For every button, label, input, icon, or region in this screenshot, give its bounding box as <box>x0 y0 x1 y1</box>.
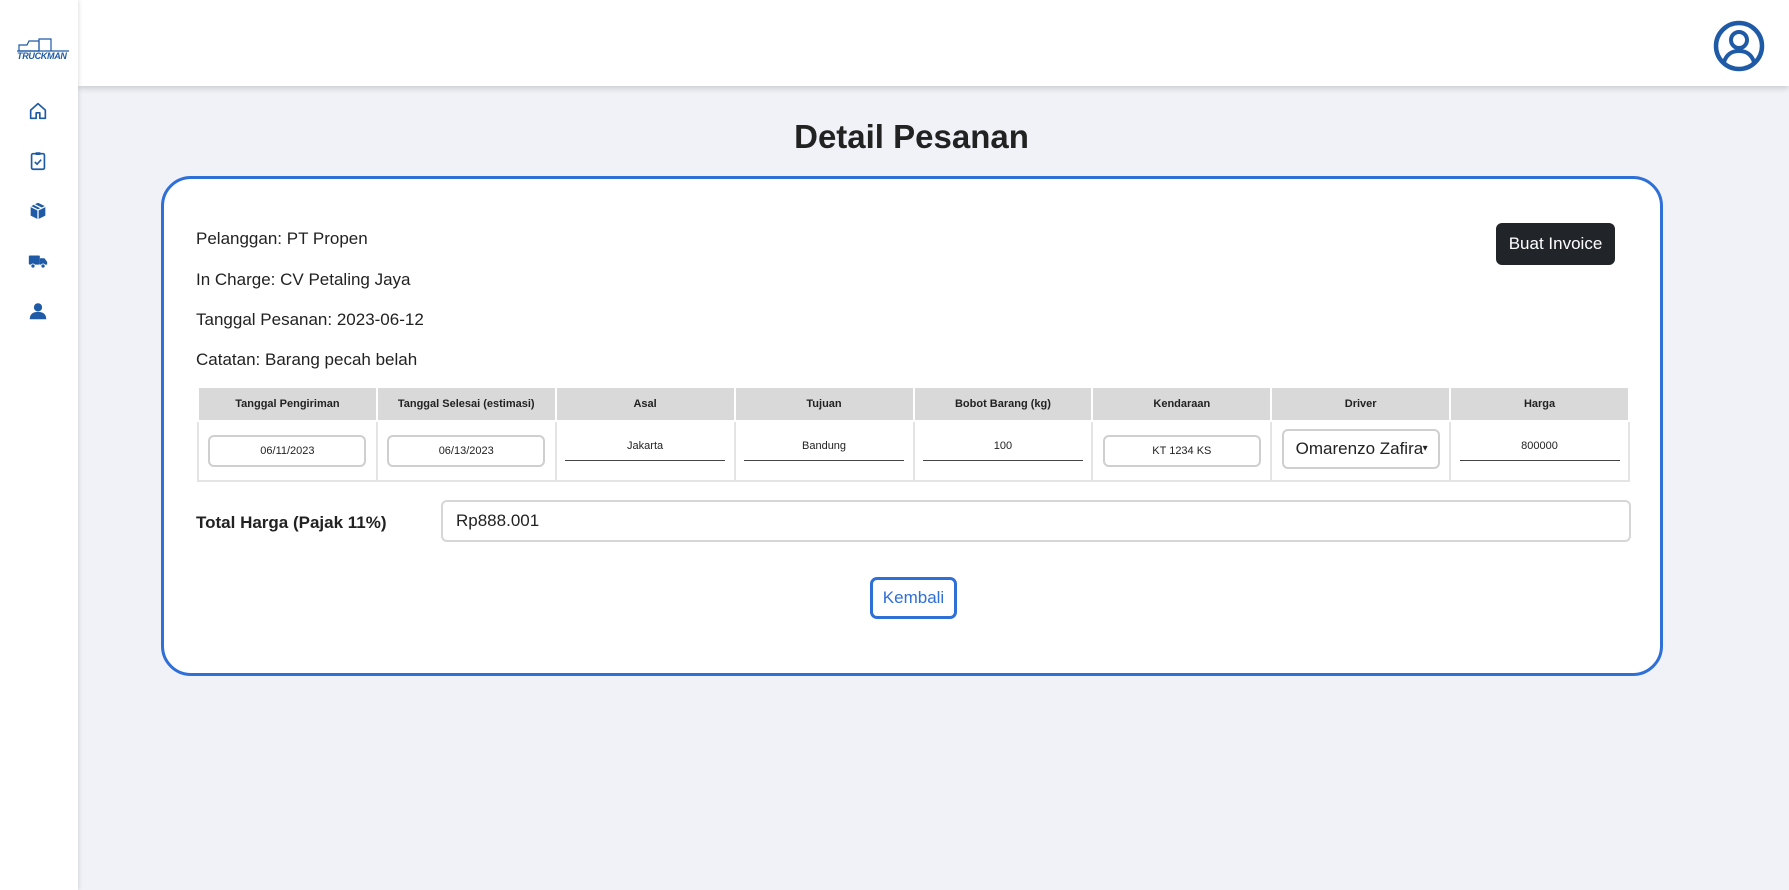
header-harga: Harga <box>1449 386 1630 422</box>
page-title: Detail Pesanan <box>794 118 1029 155</box>
driver-select-value: Omarenzo Zafira <box>1295 438 1424 458</box>
price-input[interactable]: 800000 <box>1459 437 1620 461</box>
chevron-down-icon: ▾ <box>1422 442 1428 454</box>
cell-kendaraan: KT 1234 KS <box>1091 420 1273 482</box>
destination-input[interactable]: Bandung <box>744 437 905 461</box>
total-price-field[interactable]: Rp888.001 <box>441 500 1631 542</box>
cell-tanggal-pengiriman: 06/11/2023 <box>197 420 378 482</box>
shipment-table: Tanggal Pengiriman Tanggal Selesai (esti… <box>197 386 1630 482</box>
truck-logo-icon <box>17 38 69 52</box>
cell-tujuan: Bandung <box>733 420 915 482</box>
home-icon[interactable] <box>27 100 49 122</box>
origin-input[interactable]: Jakarta <box>565 437 726 461</box>
header-bobot: Bobot Barang (kg) <box>912 386 1094 422</box>
table-row: 06/11/2023 06/13/2023 Jakarta Bandung 10… <box>197 420 1630 482</box>
user-icon[interactable] <box>27 300 49 322</box>
cell-bobot: 100 <box>912 420 1094 482</box>
shipping-date-input[interactable]: 06/11/2023 <box>208 435 367 467</box>
table-header-row: Tanggal Pengiriman Tanggal Selesai (esti… <box>197 386 1630 422</box>
header-driver: Driver <box>1270 386 1452 422</box>
cell-harga: 800000 <box>1449 420 1630 482</box>
weight-input[interactable]: 100 <box>922 437 1083 461</box>
create-invoice-button[interactable]: Buat Invoice <box>1496 223 1615 265</box>
truck-icon[interactable] <box>27 250 49 272</box>
order-detail-card: Pelanggan: PT Propen In Charge: CV Petal… <box>161 176 1663 676</box>
header-tujuan: Tujuan <box>733 386 915 422</box>
cell-driver: Omarenzo Zafira ▾ <box>1270 420 1452 482</box>
top-bar <box>78 0 1789 86</box>
cell-asal: Jakarta <box>554 420 736 482</box>
truckman-logo[interactable]: TRUCKMAN <box>17 38 71 64</box>
sidebar: TRUCKMAN <box>0 0 78 890</box>
header-asal: Asal <box>554 386 736 422</box>
user-circle-icon[interactable] <box>1713 20 1765 72</box>
logo-text: TRUCKMAN <box>17 51 67 61</box>
box-icon[interactable] <box>27 200 49 222</box>
finish-date-input[interactable]: 06/13/2023 <box>387 435 546 467</box>
clipboard-check-icon[interactable] <box>27 150 49 172</box>
vehicle-input[interactable]: KT 1234 KS <box>1102 435 1261 467</box>
total-price-label: Total Harga (Pajak 11%) <box>196 513 387 532</box>
customer-info: Pelanggan: PT Propen <box>196 229 368 248</box>
cell-tanggal-selesai: 06/13/2023 <box>375 420 557 482</box>
header-tanggal-selesai: Tanggal Selesai (estimasi) <box>375 386 557 422</box>
header-tanggal-pengiriman: Tanggal Pengiriman <box>197 386 378 422</box>
back-button[interactable]: Kembali <box>870 577 957 619</box>
notes-info: Catatan: Barang pecah belah <box>196 350 418 369</box>
order-date-info: Tanggal Pesanan: 2023-06-12 <box>196 310 424 329</box>
header-kendaraan: Kendaraan <box>1091 386 1273 422</box>
in-charge-info: In Charge: CV Petaling Jaya <box>196 270 411 289</box>
driver-select[interactable]: Omarenzo Zafira ▾ <box>1281 428 1440 469</box>
